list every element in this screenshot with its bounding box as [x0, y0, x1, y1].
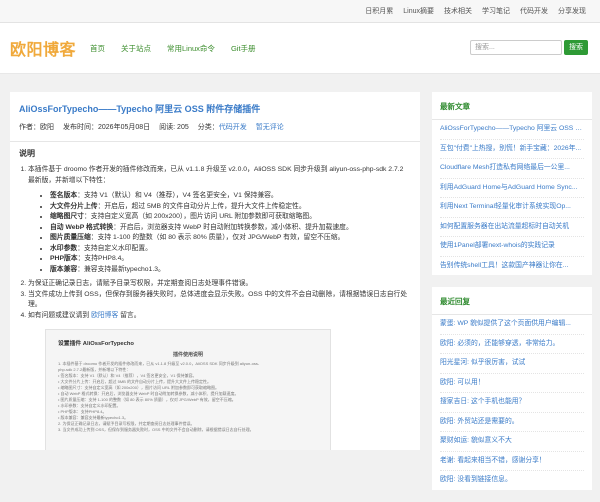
- recent-post-link[interactable]: AliOssForTypecho——Typecho 阿里云 OSS 附件存储插件: [440, 120, 584, 140]
- search-button[interactable]: 搜索: [564, 40, 588, 55]
- step-item: 本插件基于 droomo 作者开发的插件修改而来，已从 v1.1.8 升级至 v…: [28, 165, 411, 275]
- step-text: 留言。: [118, 311, 141, 319]
- recent-post-link[interactable]: 利用Next Terminal轻量化审计系统实现Op...: [440, 198, 584, 218]
- recent-post-link[interactable]: Cloudflare Mesh打造私有网络最后一公里...: [440, 159, 584, 179]
- feature-label: 版本兼容: [50, 265, 78, 273]
- recent-comment-link[interactable]: 聚财如运: 貌似意义不大: [440, 432, 584, 452]
- recent-posts-title: 最新文章: [432, 92, 592, 120]
- meta-category: 分类：代码开发: [198, 122, 247, 132]
- top-nav: 日积月累 Linux摘要 技术相关 学习笔记 代码开发 分享发现: [365, 0, 586, 22]
- recent-comment-link[interactable]: 欧阳: 外贸站还是需要的。: [440, 413, 584, 432]
- recent-comments-list: 蒙蛋: WP 貌似提供了这个页面供用户编辑... 欧阳: 必须的，还能够穿透，非…: [432, 315, 592, 490]
- feature-label: 自动 WebP 格式转换: [50, 223, 114, 231]
- feature-item: 缩略图尺寸：支持自定义宽高（如 200x200），图片访问 URL 附加参数即可…: [50, 212, 411, 223]
- recent-post-link[interactable]: 互包"付费"上热搜，别慌！新手宝藏：2026年...: [440, 140, 584, 159]
- recent-comment-link[interactable]: 蒙蛋: WP 貌似提供了这个页面供用户编辑...: [440, 315, 584, 335]
- search-input[interactable]: 搜索...: [470, 40, 562, 55]
- recent-comment-link[interactable]: 欧阳: 必须的，还能够穿透，非常给力。: [440, 335, 584, 354]
- comments-link[interactable]: 暂无评论: [256, 122, 284, 132]
- recent-post-link[interactable]: 告别传统shell工具！这款国产神器让你在...: [440, 257, 584, 276]
- topnav-item[interactable]: 学习笔记: [482, 6, 510, 16]
- recent-post-link[interactable]: 利用AdGuard Home与AdGuard Home Sync...: [440, 179, 584, 198]
- category-link[interactable]: 代码开发: [219, 124, 247, 131]
- screenshot-title: 设置插件 AliOssForTypecho: [58, 341, 134, 347]
- recent-post-link[interactable]: 如何配置服务器在出站流量超标时自动关机: [440, 218, 584, 237]
- recent-comment-link[interactable]: 搜家吉日: 这个手机也能用？: [440, 393, 584, 413]
- step-text: 如有问题或建议请到: [28, 311, 92, 319]
- feature-label: 图片质量压缩: [50, 234, 91, 241]
- feature-item: 水印参数：支持自定义水印配置。: [50, 244, 411, 255]
- article-meta: 作者：欧阳 发布时间：2026年05月08日 阅读: 205 分类：代码开发 暂…: [19, 122, 411, 132]
- nav-linux-commands[interactable]: 常用Linux命令: [167, 43, 215, 54]
- sidebar: 最新文章 AliOssForTypecho——Typecho 阿里云 OSS 附…: [432, 92, 592, 502]
- nav-home[interactable]: 首页: [90, 43, 105, 54]
- feature-item: 图片质量压缩：支持 1-100 的整数（如 80 表示 80% 质量），仅对 J…: [50, 233, 411, 244]
- recent-posts-list: AliOssForTypecho——Typecho 阿里云 OSS 附件存储插件…: [432, 120, 592, 275]
- screenshot-heading: 插件使用说明: [172, 352, 203, 358]
- feature-text: ：支持自定义水印配置。: [77, 244, 152, 252]
- article-card: AliOssForTypecho——Typecho 阿里云 OSS 附件存储插件…: [10, 92, 420, 450]
- site-logo[interactable]: 欧阳博客: [10, 36, 76, 60]
- meta-views: 阅读: 205: [159, 124, 189, 131]
- step-item: 当文件成功上传到 OSS，但保存到服务器失败时，总体进度会显示失败。OSS 中的…: [28, 290, 411, 311]
- meta-category-label: 分类：: [197, 124, 219, 131]
- feature-item: PHP版本：支持PHP8.4。: [50, 254, 411, 265]
- recent-posts-widget: 最新文章 AliOssForTypecho——Typecho 阿里云 OSS 附…: [432, 92, 592, 275]
- feature-label: 签名版本: [50, 192, 78, 199]
- feature-text: ：支持自定义宽高（如 200x200），图片访问 URL 附加参数即可获取缩略图…: [83, 213, 316, 220]
- feature-text: ：支持 V1（默认）和 V4（推荐），V4 签名更安全，V1 保持兼容。: [77, 192, 278, 199]
- topnav-item[interactable]: 技术相关: [444, 6, 472, 16]
- recent-comment-link[interactable]: 阳光星河: 似乎很厉害，试试: [440, 354, 584, 374]
- topnav-item[interactable]: 日积月累: [365, 6, 393, 16]
- feature-item: 签名版本：支持 V1（默认）和 V4（推荐），V4 签名更安全，V1 保持兼容。: [50, 191, 411, 202]
- feature-item: 自动 WebP 格式转换：开启后，浏览器支持 WebP 时自动附加转换参数，减小…: [50, 223, 411, 234]
- plugin-settings-screenshot: 设置插件 AliOssForTypecho 插件使用说明 1. 本插件基于 dr…: [45, 329, 331, 450]
- feature-text: ：支持PHP8.4。: [77, 255, 129, 262]
- recent-comments-title: 最近回复: [432, 287, 592, 315]
- feature-label: PHP版本: [50, 255, 78, 262]
- screenshot-line: 3. 当文件成功上传到 OSS，但保存到服务器失败时，OSS 中的文件不会自动删…: [58, 427, 254, 432]
- divider: [10, 141, 420, 142]
- feature-item: 版本兼容：兼容支持最新typecho1.3。: [50, 265, 411, 276]
- feature-text: ：支持 1-100 的整数（如 80 表示 80% 质量），仅对 JPG/Web…: [90, 234, 345, 241]
- meta-author: 作者：欧阳: [19, 124, 54, 131]
- topnav-item[interactable]: 分享发现: [558, 6, 586, 16]
- recent-comment-link[interactable]: 老谢: 看起来相当不错，感谢分享！: [440, 452, 584, 471]
- blog-link[interactable]: 欧阳博客: [91, 312, 118, 319]
- steps-list: 本插件基于 droomo 作者开发的插件修改而来，已从 v1.1.8 升级至 v…: [19, 165, 411, 321]
- nav-git-manual[interactable]: Git手册: [231, 43, 256, 54]
- nav-about[interactable]: 关于站点: [121, 43, 151, 54]
- meta-date: 发布时间：2026年05月08日: [63, 124, 151, 131]
- feature-label: 水印参数: [50, 244, 78, 252]
- recent-comments-widget: 最近回复 蒙蛋: WP 貌似提供了这个页面供用户编辑... 欧阳: 必须的，还能…: [432, 287, 592, 490]
- step-text: 本插件基于 droomo 作者开发的插件修改而来，已从 v1.1.8 升级至 v…: [28, 166, 404, 184]
- section-heading: 说明: [19, 149, 35, 158]
- article-title[interactable]: AliOssForTypecho——Typecho 阿里云 OSS 附件存储插件: [19, 102, 411, 115]
- feature-label: 缩略图尺寸: [50, 213, 84, 220]
- topnav-item[interactable]: 代码开发: [520, 6, 548, 16]
- top-bar: 日积月累 Linux摘要 技术相关 学习笔记 代码开发 分享发现: [0, 0, 600, 23]
- feature-label: 大文件分片上传: [50, 202, 98, 210]
- feature-item: 大文件分片上传：开启后，超过 5MB 的文件自动分片上传，提升大文件上传稳定性。: [50, 202, 411, 213]
- recent-post-link[interactable]: 使用1Panel部署next-whois的实践记录: [440, 237, 584, 257]
- site-header: 欧阳博客 首页 关于站点 常用Linux命令 Git手册 搜索... 搜索: [0, 23, 600, 74]
- feature-list: 签名版本：支持 V1（默认）和 V4（推荐），V4 签名更安全，V1 保持兼容。…: [28, 191, 411, 275]
- recent-comment-link[interactable]: 欧阳: 可以用！: [440, 374, 584, 393]
- recent-comment-link[interactable]: 欧阳: 没看到链接信息。: [440, 471, 584, 490]
- feature-text: ：兼容支持最新typecho1.3。: [77, 265, 165, 273]
- feature-text: ：开启后，超过 5MB 的文件自动分片上传，提升大文件上传稳定性。: [97, 202, 306, 210]
- main-nav: 首页 关于站点 常用Linux命令 Git手册: [90, 23, 256, 73]
- feature-text: ：开启后，浏览器支持 WebP 时自动附加转换参数，减小体积、提升加载速度。: [113, 223, 353, 231]
- step-item: 如有问题或建议请到 欧阳博客 留言。: [28, 311, 411, 322]
- topnav-item[interactable]: Linux摘要: [403, 6, 434, 16]
- step-item: 为保证正确记录日志，请赋予目录写权限，并定期查阅日志处理事件错误。: [28, 279, 411, 290]
